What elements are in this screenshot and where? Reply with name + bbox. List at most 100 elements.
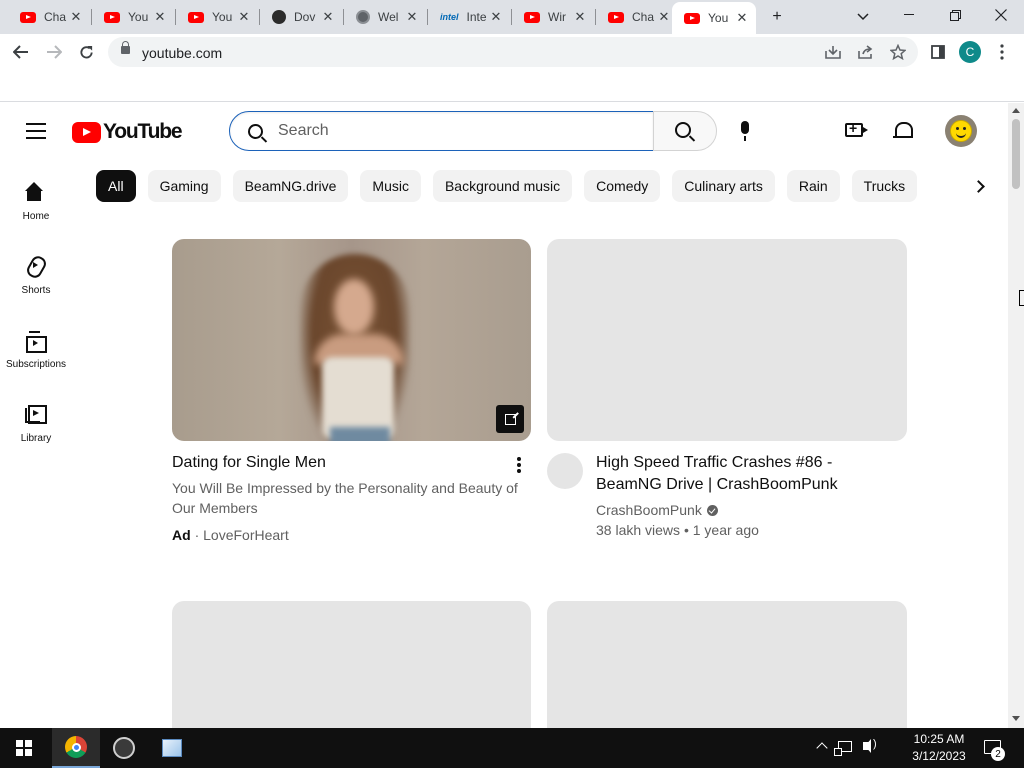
create-video-icon[interactable]: [845, 120, 868, 137]
taskbar-paint[interactable]: [148, 728, 196, 768]
ad-thumbnail[interactable]: [172, 239, 531, 441]
side-panel-button[interactable]: [924, 38, 952, 66]
tab-close-icon[interactable]: ✕: [572, 9, 588, 25]
browser-tab[interactable]: Cha ✕: [8, 5, 90, 29]
restore-button[interactable]: [932, 0, 978, 30]
video-title[interactable]: High Speed Traffic Crashes #86 - BeamNG …: [596, 452, 896, 496]
tab-search-button[interactable]: [850, 4, 876, 30]
mouse-cursor-icon: [1019, 290, 1024, 306]
browser-tab-active[interactable]: You ✕: [672, 2, 756, 34]
guide-item-subscriptions[interactable]: Subscriptions: [0, 325, 72, 399]
profile-avatar[interactable]: C: [959, 41, 981, 63]
share-icon[interactable]: [853, 40, 877, 64]
guide-item-shorts[interactable]: Shorts: [0, 251, 72, 325]
chip-culinary-arts[interactable]: Culinary arts: [672, 170, 775, 202]
tab-close-icon[interactable]: ✕: [68, 9, 84, 25]
chip-rain[interactable]: Rain: [786, 170, 840, 202]
page-scrollbar[interactable]: [1008, 103, 1024, 728]
lock-icon[interactable]: [121, 41, 130, 54]
channel-name-row[interactable]: CrashBoomPunk: [596, 502, 718, 518]
search-box[interactable]: [229, 111, 654, 151]
side-panel-icon: [931, 45, 945, 59]
browser-tab[interactable]: You ✕: [92, 5, 174, 29]
advertiser-name[interactable]: LoveForHeart: [203, 527, 289, 543]
scroll-down-arrow-icon[interactable]: [1012, 716, 1020, 721]
browser-tab[interactable]: You ✕: [176, 5, 258, 29]
video-thumbnail-placeholder[interactable]: [547, 601, 907, 728]
more-options-icon[interactable]: [517, 457, 521, 473]
bookmark-star-icon[interactable]: [886, 40, 910, 64]
browser-tab[interactable]: Wir ✕: [512, 5, 594, 29]
scroll-up-arrow-icon[interactable]: [1012, 108, 1020, 113]
youtube-logo[interactable]: YouTube: [72, 120, 183, 144]
chip-all[interactable]: All: [96, 170, 136, 202]
guide-item-library[interactable]: Library: [0, 399, 72, 473]
minimize-button[interactable]: [886, 0, 932, 30]
paint-icon: [162, 739, 182, 757]
reload-button[interactable]: [72, 38, 100, 66]
tab-title: Cha: [632, 10, 655, 24]
guide-item-home[interactable]: Home: [0, 177, 72, 251]
youtube-masthead: YouTube: [0, 103, 1008, 159]
video-thumbnail[interactable]: [547, 239, 907, 441]
tab-close-icon[interactable]: ✕: [404, 9, 420, 25]
volume-icon[interactable]: [863, 738, 877, 753]
youtube-favicon-icon: [104, 11, 120, 23]
tab-close-icon[interactable]: ✕: [734, 10, 750, 26]
notifications-bell-icon[interactable]: [893, 121, 913, 141]
tab-title: Cha: [44, 10, 67, 24]
library-icon: [24, 403, 48, 427]
bookmarks-bar: [0, 70, 1024, 102]
taskbar-chrome[interactable]: [52, 728, 100, 768]
address-bar[interactable]: youtube.com: [108, 37, 918, 67]
chip-trucks[interactable]: Trucks: [851, 170, 918, 202]
vertical-dots-icon: [1000, 44, 1004, 60]
microphone-icon[interactable]: [739, 121, 751, 141]
new-tab-button[interactable]: +: [764, 4, 790, 30]
open-external-icon: [504, 413, 516, 425]
chip-gaming[interactable]: Gaming: [147, 170, 221, 202]
chip-beamng-drive[interactable]: BeamNG.drive: [232, 170, 349, 202]
video-stats: 38 lakh views • 1 year ago: [596, 522, 759, 538]
tab-title: Wir: [548, 10, 566, 24]
browser-tab[interactable]: Cha ✕: [596, 5, 678, 29]
close-window-button[interactable]: [978, 0, 1024, 30]
install-app-icon[interactable]: [821, 40, 845, 64]
tab-close-icon[interactable]: ✕: [656, 9, 672, 25]
ad-title[interactable]: Dating for Single Men: [172, 452, 502, 474]
tab-close-icon[interactable]: ✕: [152, 9, 168, 25]
chips-next-button[interactable]: [964, 170, 996, 202]
ad-meta: Ad · LoveForHeart: [172, 527, 289, 543]
network-icon[interactable]: [834, 741, 852, 756]
search-button[interactable]: [653, 111, 717, 151]
account-avatar[interactable]: [945, 115, 977, 147]
browser-tab-strip: Cha ✕ You ✕ You ✕ Dov ✕ Wel ✕ intel Inte…: [0, 0, 1024, 34]
hamburger-menu-icon[interactable]: [26, 123, 46, 139]
obs-icon: [113, 737, 135, 759]
browser-menu-button[interactable]: [988, 38, 1016, 66]
tab-close-icon[interactable]: ✕: [320, 9, 336, 25]
tab-close-icon[interactable]: ✕: [488, 9, 504, 25]
taskbar-obs[interactable]: [100, 728, 148, 768]
open-external-button[interactable]: [496, 405, 524, 433]
start-button[interactable]: [0, 728, 48, 768]
tray-overflow-chevron-icon[interactable]: [816, 742, 828, 754]
browser-tab[interactable]: intel Inte ✕: [428, 5, 510, 29]
browser-tab[interactable]: Dov ✕: [260, 5, 342, 29]
forward-button[interactable]: [40, 38, 68, 66]
chip-music[interactable]: Music: [360, 170, 421, 202]
url-text[interactable]: youtube.com: [142, 45, 222, 61]
video-thumbnail-placeholder[interactable]: [172, 601, 531, 728]
chip-comedy[interactable]: Comedy: [584, 170, 661, 202]
browser-tab[interactable]: Wel ✕: [344, 5, 426, 29]
tab-close-icon[interactable]: ✕: [236, 9, 252, 25]
search-input[interactable]: [278, 122, 618, 140]
scrollbar-thumb[interactable]: [1012, 119, 1020, 189]
channel-name[interactable]: CrashBoomPunk: [596, 502, 702, 518]
channel-avatar[interactable]: [547, 453, 583, 489]
ad-description[interactable]: You Will Be Impressed by the Personality…: [172, 478, 524, 518]
taskbar-clock[interactable]: 10:25 AM 3/12/2023: [903, 731, 975, 765]
back-button[interactable]: [7, 38, 35, 66]
guide-label: Library: [20, 433, 52, 444]
chip-background-music[interactable]: Background music: [432, 170, 573, 202]
